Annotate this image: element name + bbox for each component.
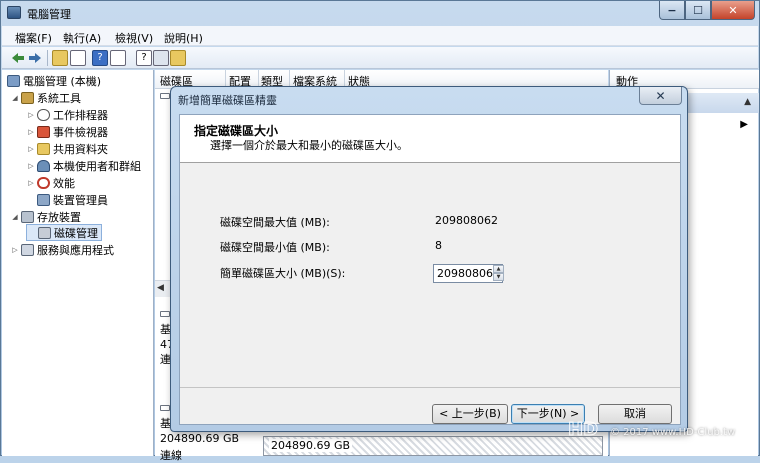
menu-help[interactable]: 說明(H) bbox=[164, 30, 203, 46]
event-viewer-icon bbox=[37, 125, 50, 138]
refresh-icon[interactable] bbox=[170, 50, 186, 66]
properties-icon[interactable] bbox=[110, 50, 126, 66]
window-title: 電腦管理 bbox=[27, 8, 71, 21]
tree-item-services-applications[interactable]: ▷ 服務與應用程式 bbox=[10, 241, 114, 258]
collapse-arrow-icon[interactable]: ◢ bbox=[10, 94, 20, 102]
dialog-close-button[interactable]: ✕ bbox=[639, 87, 682, 105]
back-arrow-icon[interactable] bbox=[10, 50, 26, 66]
volume-size-spinner[interactable]: ▲ ▼ bbox=[493, 265, 504, 282]
services-icon bbox=[21, 243, 34, 256]
storage-icon bbox=[21, 210, 34, 223]
dialog-title: 新增簡單磁碟區精靈 bbox=[178, 94, 277, 107]
tree-item-task-scheduler[interactable]: ▷ 工作排程器 bbox=[26, 106, 108, 123]
tree-item-computer-management[interactable]: 電腦管理 (本機) bbox=[6, 72, 101, 89]
users-icon bbox=[37, 159, 50, 172]
console-tree: 電腦管理 (本機) ◢ 系統工具 ▷ 工作排程器 ▷ 事件檢視器 ▷ 共用資料夾… bbox=[2, 70, 154, 456]
disk-icon bbox=[160, 311, 170, 317]
title-bar[interactable]: 電腦管理 − ☐ ✕ bbox=[1, 1, 759, 25]
back-button[interactable]: < 上一步(B) bbox=[432, 404, 508, 424]
scroll-left-arrow-icon[interactable]: ◀ bbox=[157, 283, 164, 293]
new-simple-volume-wizard-dialog: 新增簡單磁碟區精靈 ✕ 指定磁碟區大小 選擇一個介於最大和最小的磁碟區大小。 磁… bbox=[170, 86, 688, 432]
tree-item-event-viewer[interactable]: ▷ 事件檢視器 bbox=[26, 123, 108, 140]
wizard-subheading: 選擇一個介於最大和最小的磁碟區大小。 bbox=[210, 139, 408, 152]
disk-icon bbox=[38, 226, 51, 239]
toolbar-separator bbox=[47, 50, 48, 66]
min-size-value: 8 bbox=[435, 239, 442, 252]
expand-arrow-icon[interactable]: ▷ bbox=[10, 246, 20, 254]
show-hide-tree-icon[interactable] bbox=[70, 50, 86, 66]
menu-file[interactable]: 檔案(F) bbox=[15, 30, 52, 46]
tree-item-device-manager[interactable]: 裝置管理員 bbox=[26, 191, 108, 208]
maximize-button[interactable]: ☐ bbox=[685, 1, 711, 20]
volume-icon bbox=[160, 93, 170, 99]
partition-size: 204890.69 GB bbox=[269, 439, 353, 452]
watermark-text: © 2017 www.HD-Club.tw bbox=[610, 427, 736, 438]
menu-bar: 檔案(F) 執行(A) 檢視(V) 說明(H) bbox=[2, 26, 758, 46]
spin-down-icon[interactable]: ▼ bbox=[493, 273, 504, 281]
up-folder-icon[interactable] bbox=[52, 50, 68, 66]
minimize-button[interactable]: − bbox=[659, 1, 685, 20]
more-actions-arrow-icon[interactable]: ▶ bbox=[740, 119, 748, 130]
expand-arrow-icon[interactable]: ▷ bbox=[26, 128, 36, 136]
collapse-arrow-icon[interactable]: ◢ bbox=[10, 213, 20, 221]
clock-icon bbox=[37, 108, 50, 121]
wizard-header: 指定磁碟區大小 選擇一個介於最大和最小的磁碟區大小。 bbox=[180, 115, 680, 163]
help-topics-icon[interactable]: ? bbox=[136, 50, 152, 66]
unallocated-partition[interactable]: 204890.69 GB bbox=[263, 436, 603, 456]
menu-action[interactable]: 執行(A) bbox=[63, 30, 101, 46]
footer-separator bbox=[180, 387, 680, 388]
export-icon[interactable] bbox=[153, 50, 169, 66]
tools-icon bbox=[21, 91, 34, 104]
tree-item-storage[interactable]: ◢ 存放裝置 bbox=[10, 208, 81, 225]
close-button[interactable]: ✕ bbox=[711, 1, 755, 20]
shared-folder-icon bbox=[37, 142, 50, 155]
disk-2-status: 連線 bbox=[160, 449, 182, 462]
toolbar: ? ? bbox=[2, 47, 758, 69]
tree-item-performance[interactable]: ▷ 效能 bbox=[26, 174, 75, 191]
collapse-section-icon[interactable]: ▲ bbox=[744, 97, 751, 107]
performance-icon bbox=[37, 176, 50, 189]
computer-management-icon bbox=[7, 6, 21, 19]
tree-item-disk-management[interactable]: 磁碟管理 bbox=[26, 224, 102, 241]
svg-text:HD: HD bbox=[568, 419, 598, 440]
tree-item-system-tools[interactable]: ◢ 系統工具 bbox=[10, 89, 81, 106]
expand-arrow-icon[interactable]: ▷ bbox=[26, 179, 36, 187]
device-manager-icon bbox=[37, 193, 50, 206]
computer-icon bbox=[7, 74, 20, 87]
expand-arrow-icon[interactable]: ▷ bbox=[26, 145, 36, 153]
menu-view[interactable]: 檢視(V) bbox=[115, 30, 153, 46]
tree-item-local-users-groups[interactable]: ▷ 本機使用者和群組 bbox=[26, 157, 141, 174]
spin-up-icon[interactable]: ▲ bbox=[493, 265, 504, 273]
disk-2-size: 204890.69 GB bbox=[160, 432, 240, 445]
help-icon[interactable]: ? bbox=[92, 50, 108, 66]
max-size-label: 磁碟空間最大值 (MB): bbox=[220, 216, 330, 229]
wizard-page: 指定磁碟區大小 選擇一個介於最大和最小的磁碟區大小。 磁碟空間最大值 (MB):… bbox=[179, 114, 681, 425]
forward-arrow-icon[interactable] bbox=[27, 50, 43, 66]
tree-item-shared-folders[interactable]: ▷ 共用資料夾 bbox=[26, 140, 108, 157]
watermark: HD © 2017 www.HD-Club.tw bbox=[566, 418, 756, 450]
min-size-label: 磁碟空間最小值 (MB): bbox=[220, 241, 330, 254]
disk-icon bbox=[160, 405, 170, 411]
hd-club-logo-icon: HD bbox=[568, 419, 599, 441]
max-size-value: 209808062 bbox=[435, 214, 498, 227]
volume-size-label: 簡單磁碟區大小 (MB)(S): bbox=[220, 267, 346, 280]
expand-arrow-icon[interactable]: ▷ bbox=[26, 111, 36, 119]
expand-arrow-icon[interactable]: ▷ bbox=[26, 162, 36, 170]
